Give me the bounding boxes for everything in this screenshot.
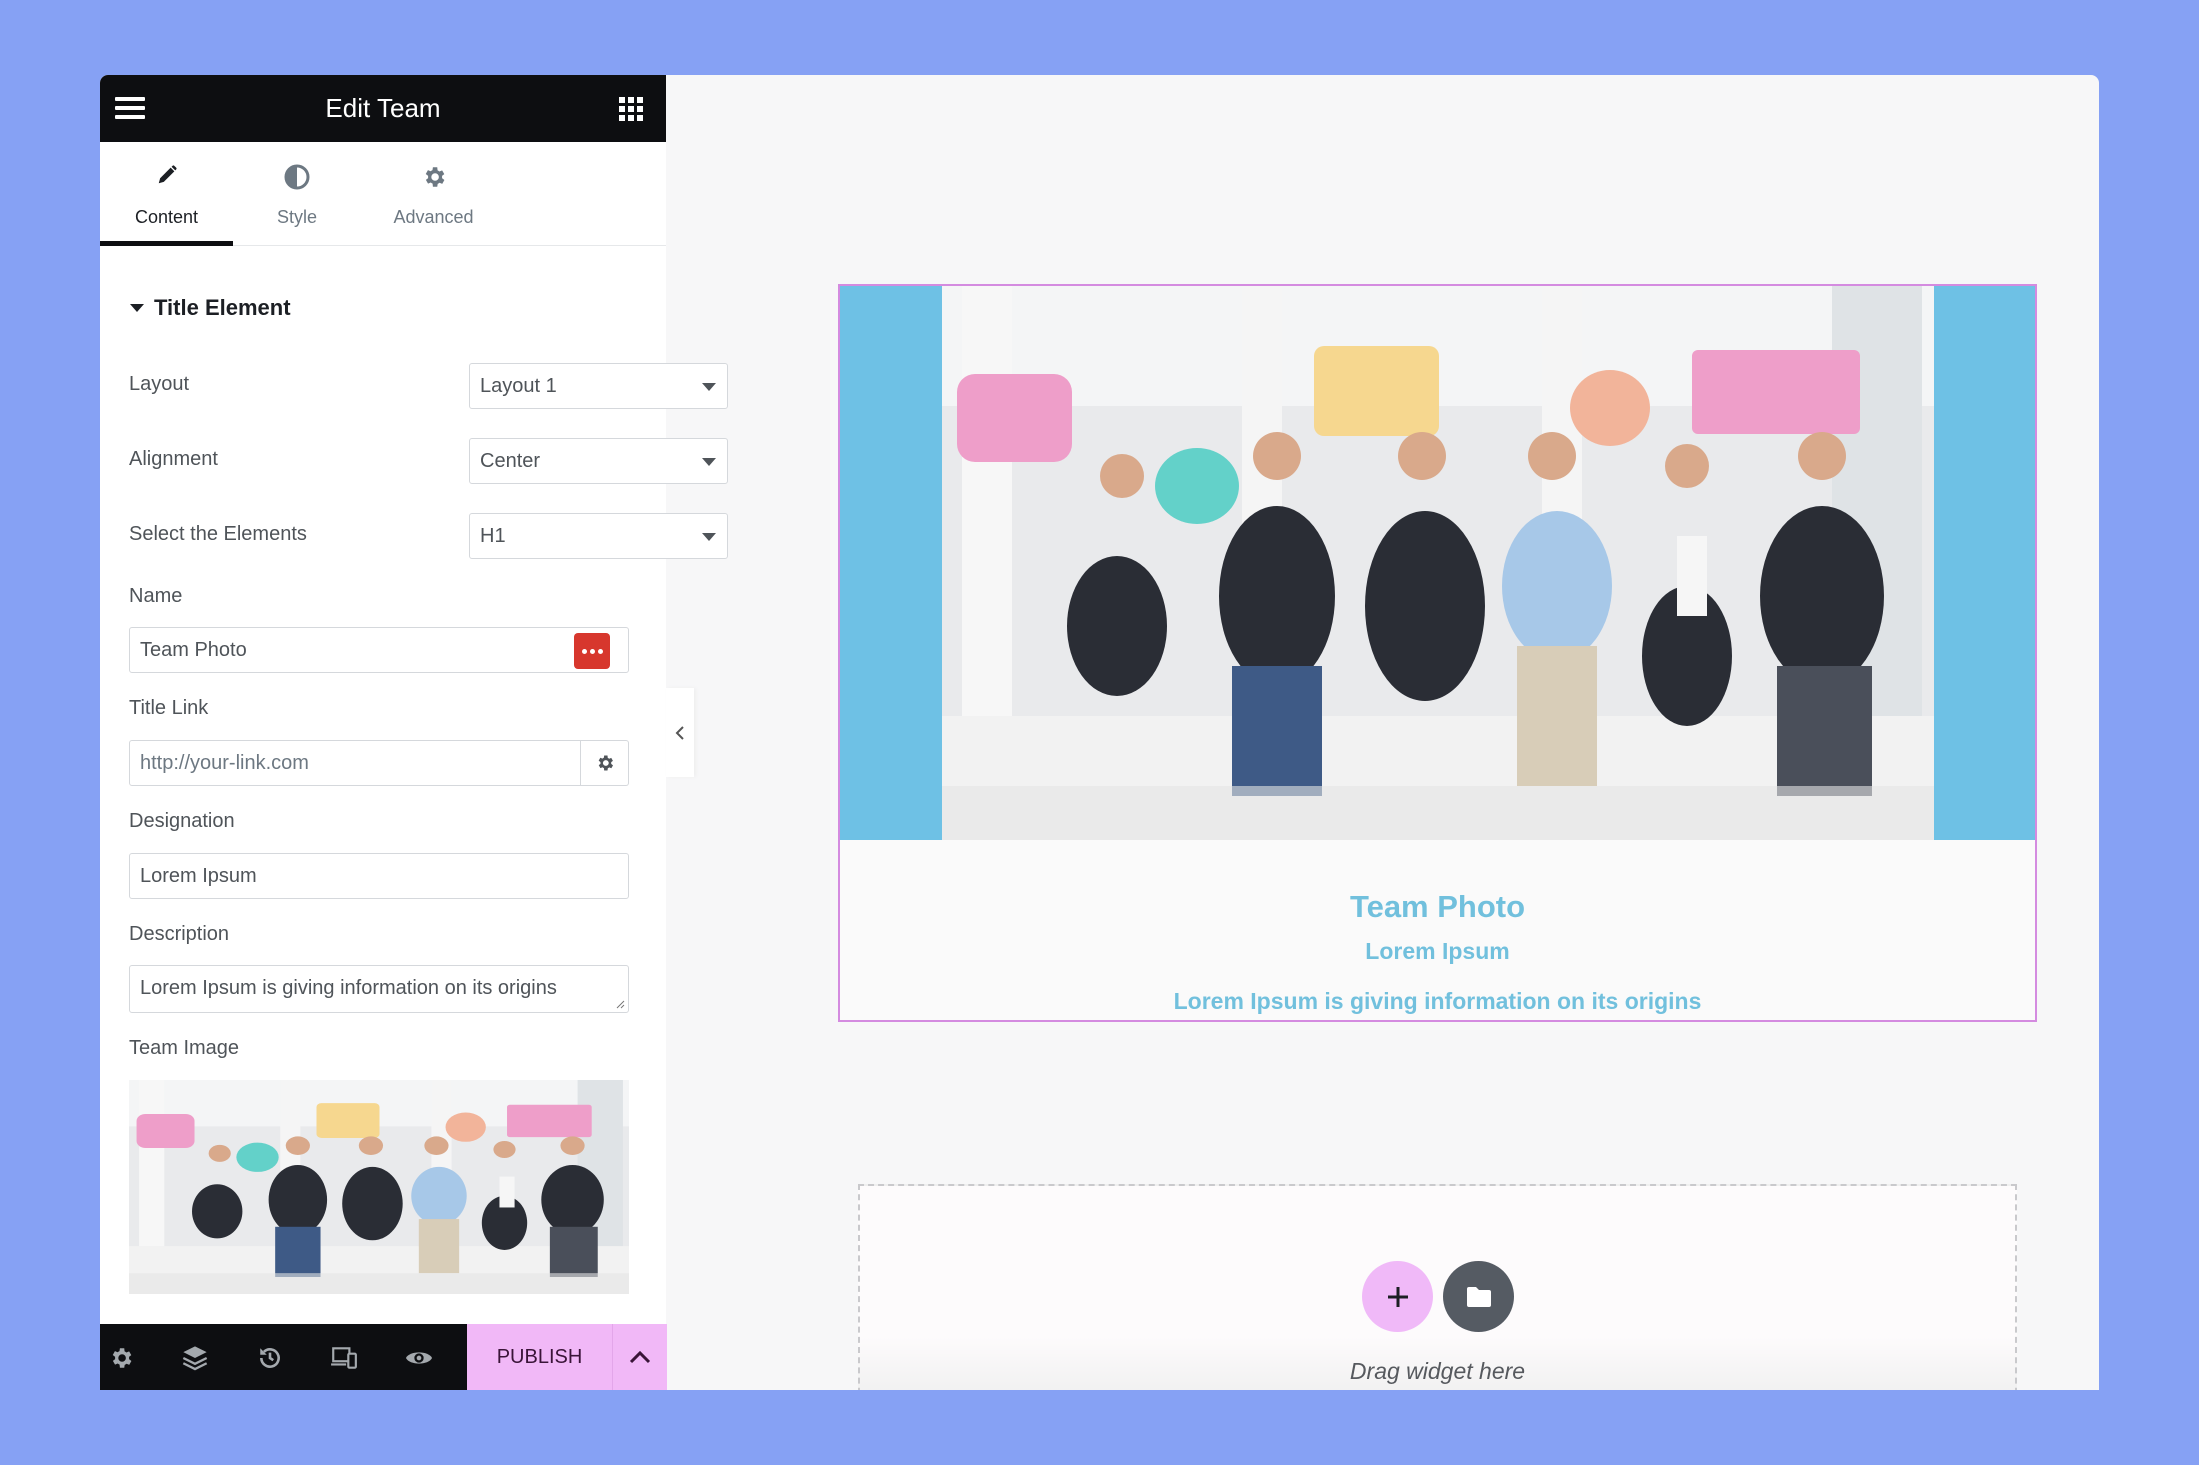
team-image-label: Team Image: [129, 1037, 240, 1059]
pencil-icon: [100, 164, 233, 194]
bottom-toolbar: PUBLISH: [100, 1324, 667, 1390]
editor-window: Edit Team Content Style Advanced Title E…: [100, 75, 2099, 1390]
chevron-down-icon: [702, 458, 716, 466]
settings-gear-icon[interactable]: [107, 1344, 135, 1372]
card-description: Lorem Ipsum is giving information on its…: [1173, 988, 1702, 1014]
tab-style-label: Style: [276, 207, 318, 227]
layout-select[interactable]: Layout 1: [469, 363, 728, 409]
tab-advanced[interactable]: Advanced: [361, 142, 506, 245]
link-options-button[interactable]: [581, 740, 629, 786]
gear-icon: [361, 164, 506, 194]
name-label: Name: [129, 585, 183, 607]
designation-input[interactable]: Lorem Ipsum: [129, 853, 629, 899]
panel-tabs: Content Style Advanced: [100, 142, 666, 246]
section-title-label: Title Element: [154, 295, 291, 320]
elements-select-value: H1: [480, 525, 506, 547]
elements-select[interactable]: H1: [469, 513, 728, 559]
title-link-placeholder: http://your-link.com: [140, 752, 309, 774]
tab-content-label: Content: [134, 207, 199, 227]
team-widget-card[interactable]: Team Photo Lorem Ipsum Lorem Ipsum is gi…: [838, 284, 2037, 1022]
edit-panel: Edit Team Content Style Advanced Title E…: [100, 75, 728, 1390]
title-link-input[interactable]: http://your-link.com: [129, 740, 581, 786]
dynamic-tags-button[interactable]: [574, 633, 610, 669]
description-label: Description: [129, 923, 230, 945]
eye-icon[interactable]: [405, 1344, 433, 1372]
layout-label: Layout: [129, 373, 190, 395]
title-link-label: Title Link: [129, 697, 209, 719]
layout-select-value: Layout 1: [480, 375, 557, 397]
collapse-panel-button[interactable]: [666, 688, 694, 777]
team-image-container: [840, 286, 2035, 840]
alignment-select[interactable]: Center: [469, 438, 728, 484]
chevron-down-icon: [702, 533, 716, 541]
name-input[interactable]: Team Photo: [129, 627, 629, 673]
description-textarea-value: Lorem Ipsum is giving information on its…: [140, 977, 557, 999]
history-icon[interactable]: [256, 1344, 284, 1372]
resize-grip-icon[interactable]: [615, 999, 625, 1009]
half-circle-icon: [233, 164, 361, 194]
team-image-preview: [129, 1080, 629, 1294]
tab-content[interactable]: Content: [100, 142, 233, 246]
plus-icon: [1387, 1286, 1408, 1307]
layers-icon[interactable]: [181, 1344, 209, 1372]
card-designation: Lorem Ipsum: [1365, 938, 1510, 964]
publish-options-button[interactable]: [612, 1324, 667, 1390]
caret-down-icon: [130, 304, 144, 312]
widgets-grid-icon[interactable]: [619, 97, 643, 121]
description-textarea[interactable]: Lorem Ipsum is giving information on its…: [129, 965, 629, 1013]
card-title: Team Photo: [1349, 889, 1526, 924]
team-photo-image: [942, 286, 1934, 840]
template-library-button[interactable]: [1443, 1261, 1514, 1332]
tab-style[interactable]: Style: [233, 142, 361, 245]
drag-widget-hint: Drag widget here: [1349, 1358, 1526, 1384]
designation-label: Designation: [129, 810, 235, 832]
chevron-down-icon: [702, 383, 716, 391]
designation-input-value: Lorem Ipsum: [140, 865, 257, 887]
tab-advanced-label: Advanced: [393, 207, 474, 227]
elements-label: Select the Elements: [129, 523, 307, 545]
responsive-icon[interactable]: [330, 1344, 358, 1372]
panel-header: Edit Team: [100, 75, 666, 142]
team-image-thumbnail[interactable]: [129, 1080, 629, 1294]
alignment-label: Alignment: [129, 448, 218, 470]
section-title-element[interactable]: Title Element: [130, 295, 291, 321]
widget-dropzone[interactable]: Drag widget here: [858, 1184, 2017, 1390]
gear-icon: [598, 755, 613, 771]
alignment-select-value: Center: [480, 450, 541, 472]
chevron-left-icon: [675, 725, 684, 740]
name-input-value: Team Photo: [140, 639, 247, 661]
publish-button[interactable]: PUBLISH: [467, 1324, 612, 1390]
chevron-up-icon: [629, 1350, 651, 1364]
add-section-button[interactable]: [1362, 1261, 1433, 1332]
folder-icon: [1466, 1286, 1491, 1307]
panel-title: Edit Team: [325, 93, 441, 123]
